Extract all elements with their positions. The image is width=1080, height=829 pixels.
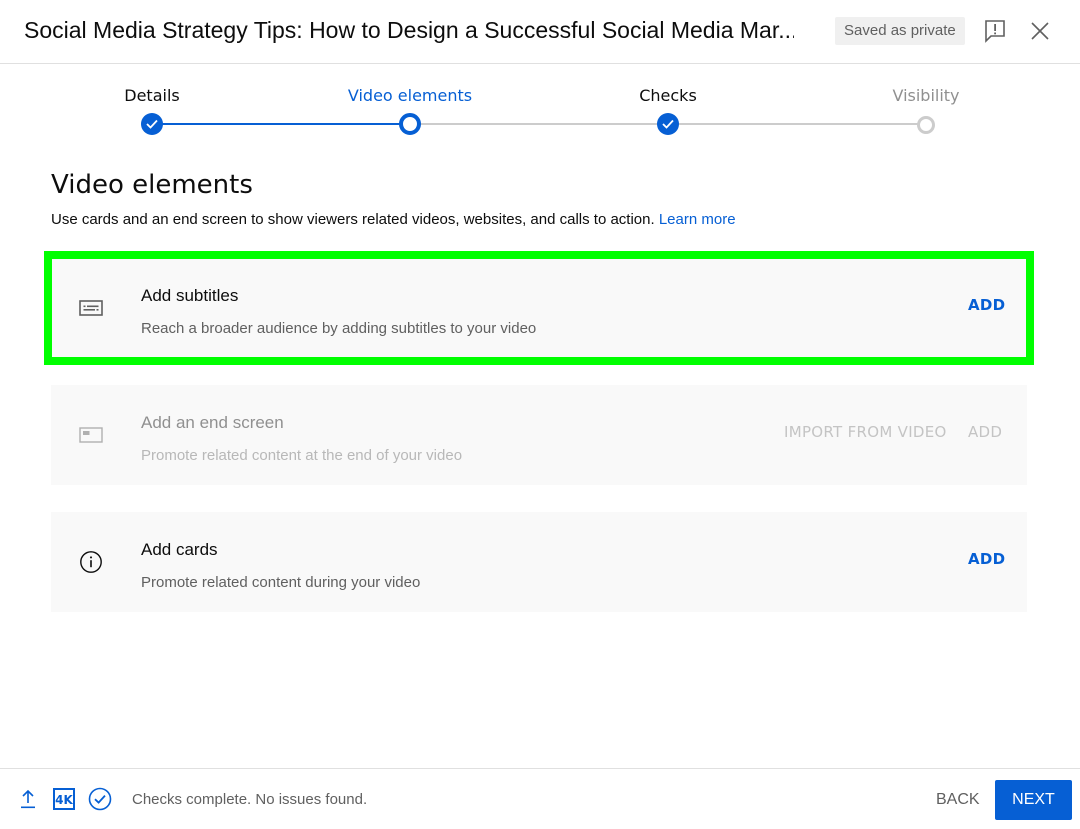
end-screen-card: Add an end screen Promote related conten…	[51, 385, 1027, 485]
step-video-elements-node[interactable]	[399, 113, 421, 135]
end-screen-description: Promote related content at the end of yo…	[141, 447, 463, 464]
add-end-screen-button[interactable]: ADD	[968, 423, 1002, 441]
step-checks-label[interactable]: Checks	[639, 86, 697, 105]
end-screen-icon	[79, 423, 103, 447]
stepper-line-3	[668, 123, 926, 125]
add-subtitles-button[interactable]: ADD	[968, 296, 1005, 314]
subtitles-card: Add subtitles Reach a broader audience b…	[44, 251, 1034, 365]
add-cards-button[interactable]: ADD	[968, 550, 1005, 568]
subtitles-icon	[79, 296, 103, 320]
learn-more-link[interactable]: Learn more	[659, 211, 736, 228]
upload-icon[interactable]	[18, 788, 38, 810]
dialog-footer: 4K Checks complete. No issues found. BAC…	[0, 768, 1080, 829]
step-video-elements-label[interactable]: Video elements	[348, 86, 472, 105]
video-title: Social Media Strategy Tips: How to Desig…	[24, 17, 794, 43]
close-icon[interactable]	[1026, 17, 1054, 45]
dialog-header: Social Media Strategy Tips: How to Desig…	[0, 0, 1080, 64]
step-checks-node[interactable]	[657, 113, 679, 135]
next-button[interactable]: NEXT	[995, 780, 1072, 820]
upload-stepper: Details Video elements Checks Visibility	[0, 76, 1080, 140]
subtitles-description: Reach a broader audience by adding subti…	[141, 320, 537, 337]
feedback-icon[interactable]	[981, 17, 1009, 45]
cards-card: Add cards Promote related content during…	[51, 512, 1027, 612]
4k-icon[interactable]: 4K	[53, 788, 75, 810]
check-icon	[662, 119, 674, 129]
description-text: Use cards and an end screen to show view…	[51, 211, 655, 228]
saved-status-badge: Saved as private	[835, 17, 965, 45]
info-icon	[79, 550, 103, 574]
step-visibility-label[interactable]: Visibility	[892, 86, 959, 105]
import-from-video-button[interactable]: IMPORT FROM VIDEO	[784, 423, 947, 441]
page-description: Use cards and an end screen to show view…	[51, 211, 736, 228]
checks-status: Checks complete. No issues found.	[132, 791, 368, 808]
stepper-line-2	[410, 123, 668, 125]
stepper-line-1	[152, 123, 410, 125]
cards-title: Add cards	[141, 540, 218, 559]
end-screen-title: Add an end screen	[141, 413, 284, 432]
step-details-label[interactable]: Details	[124, 86, 179, 105]
page-title: Video elements	[51, 170, 253, 200]
step-visibility-node[interactable]	[917, 116, 935, 134]
check-icon	[146, 119, 158, 129]
4k-label: 4K	[55, 793, 73, 807]
step-details-node[interactable]	[141, 113, 163, 135]
cards-description: Promote related content during your vide…	[141, 574, 421, 591]
back-button[interactable]: BACK	[924, 780, 992, 820]
check-circle-icon[interactable]	[88, 787, 112, 811]
subtitles-title: Add subtitles	[141, 286, 239, 305]
